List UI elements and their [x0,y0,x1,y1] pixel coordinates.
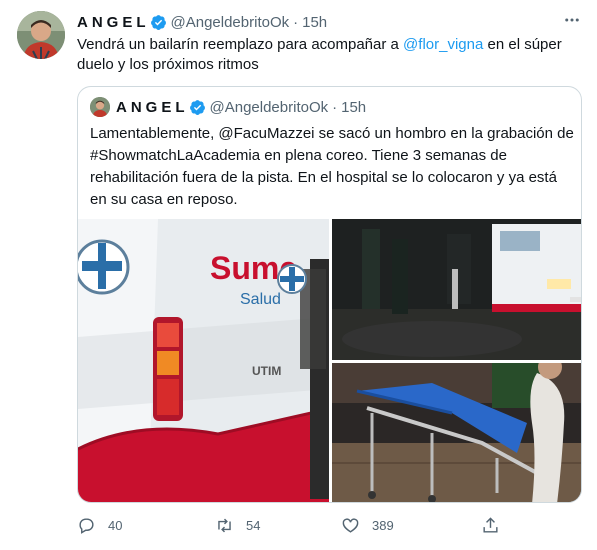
retweet-count: 54 [246,517,261,533]
quoted-author-handle: @AngeldebritoOk [209,98,329,116]
retweet-icon [218,518,231,532]
like-count: 389 [372,517,394,533]
reply-button[interactable]: 40 [77,513,122,537]
ambulance-small-text: UTIM [252,364,281,378]
retweet-button[interactable]: 54 [215,513,260,537]
separator-dot: · [293,13,299,31]
quoted-tweet-header: ANGEL @AngeldebritoOk · 15h [90,97,366,117]
more-horizontal-icon[interactable] [562,10,582,30]
heart-icon [342,517,359,533]
share-button[interactable] [481,513,512,537]
tweet-actions: 40 54 389 [77,513,517,537]
like-button[interactable]: 389 [341,513,394,537]
ambulance-logo-subtext: Salud [240,291,281,308]
timestamp[interactable]: 15h [302,14,327,31]
media-image-night-street[interactable] [332,219,581,360]
tweet-text: Vendrá un bailarín reemplazo para acompa… [77,35,577,75]
author-name[interactable]: ANGEL [77,14,150,31]
quoted-timestamp: 15h [341,98,367,116]
media-image-ambulance[interactable]: Sume Salud UTIM [78,219,329,502]
media-grid: Sume Salud UTIM [78,219,581,502]
quoted-tweet-text: Lamentablemente, @FacuMazzei se sacó un … [90,125,574,208]
share-icon [483,516,498,533]
media-image-stretcher[interactable] [332,363,581,502]
quoted-tweet[interactable]: ANGEL @AngeldebritoOk · 15h Lamentableme… [77,86,582,503]
reply-count: 40 [108,517,123,533]
quoted-author-name: ANGEL [116,98,189,116]
tweet[interactable]: ANGEL @AngeldebritoOk · 15h Vendrá un ba… [0,0,597,550]
mention-link[interactable]: @flor_vigna [403,36,483,53]
quoted-avatar [90,97,110,117]
reply-icon [79,517,94,534]
verified-badge-icon [150,14,166,30]
tweet-text-part: Vendrá un bailarín reemplazo para acompa… [77,36,404,53]
avatar[interactable] [17,11,65,59]
verified-badge-icon [189,99,205,115]
separator-dot: · [332,98,338,116]
author-handle[interactable]: @AngeldebritoOk [171,14,290,31]
tweet-header: ANGEL @AngeldebritoOk · 15h [77,12,327,32]
